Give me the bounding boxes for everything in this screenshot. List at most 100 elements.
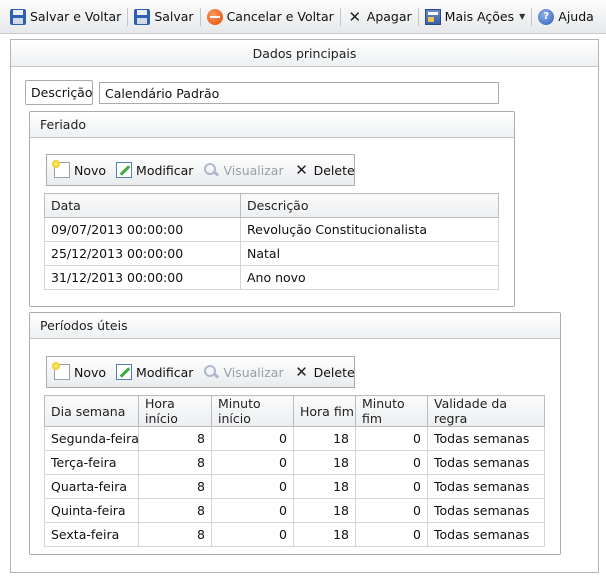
feriado-view-button[interactable]: Visualizar [200,158,286,182]
view-label: Visualizar [223,364,284,380]
close-x-icon: ✕ [295,161,308,179]
more-actions-dropdown[interactable]: Mais Ações ▼ [421,5,530,29]
delete-label: Apagar [366,9,412,24]
delete-label: Delete [313,364,355,380]
weekday-cell: Quarta-feira [44,474,139,499]
toolbar-divider [339,7,341,26]
feriado-delete-button[interactable]: ✕ Delete [291,158,358,182]
column-header[interactable]: Validade da regra [427,395,545,427]
help-button[interactable]: ? Ajuda [534,5,598,29]
end-minute-cell: 0 [355,426,428,451]
start-hour-cell: 8 [138,522,212,547]
feriado-new-button[interactable]: Novo [51,158,109,182]
table-row[interactable]: Terça-feira 8 0 18 0 Todas semanas [44,450,545,475]
feriado-group: Feriado Novo Modificar Visualizar ✕ Dele… [29,111,515,307]
periodos-delete-button[interactable]: ✕ Delete [291,360,358,384]
end-hour-cell: 18 [293,522,356,547]
periodos-group: Períodos úteis Novo Modificar Visualizar… [29,312,561,555]
save-and-back-label: Salvar e Voltar [30,9,122,24]
start-hour-cell: 8 [138,474,212,499]
table-row[interactable]: Quinta-feira 8 0 18 0 Todas semanas [44,498,545,523]
end-minute-cell: 0 [355,498,428,523]
description-input[interactable] [99,82,499,104]
end-minute-cell: 0 [355,522,428,547]
rule-validity-cell: Todas semanas [427,426,545,451]
periodos-title: Períodos úteis [30,313,560,339]
start-hour-cell: 8 [138,450,212,475]
rule-validity-cell: Todas semanas [427,522,545,547]
save-button[interactable]: Salvar [130,5,197,29]
main-panel: Dados principais Descrição Feriado Novo … [10,39,599,573]
weekday-cell: Segunda-feira [44,426,139,451]
modify-label: Modificar [136,162,194,178]
save-label: Salvar [154,9,194,24]
table-row[interactable]: Segunda-feira 8 0 18 0 Todas semanas [44,426,545,451]
floppy-disk-icon [134,8,151,25]
end-minute-cell: 0 [355,474,428,499]
rule-validity-cell: Todas semanas [427,474,545,499]
column-header[interactable]: Minuto fim [355,395,428,427]
feriado-modify-button[interactable]: Modificar [113,158,196,182]
toolbar-divider [531,7,533,26]
column-header[interactable]: Dia semana [44,395,139,427]
weekday-cell: Sexta-feira [44,522,139,547]
weekday-cell: Terça-feira [44,450,139,475]
periodos-view-button[interactable]: Visualizar [200,360,286,384]
description-cell: Natal [240,241,499,266]
modify-label: Modificar [136,364,194,380]
new-document-icon [52,362,70,380]
date-cell: 09/07/2013 00:00:00 [44,217,241,242]
column-header[interactable]: Hora fim [293,395,356,427]
feriado-table: Data Descrição 09/07/2013 00:00:00 Revol… [44,193,499,290]
feriado-title: Feriado [30,112,514,138]
toolbar-divider [417,7,419,26]
start-hour-cell: 8 [138,498,212,523]
toolbar-divider [127,7,129,26]
date-cell: 31/12/2013 00:00:00 [44,265,241,290]
edit-icon [116,364,133,380]
end-hour-cell: 18 [293,450,356,475]
table-row[interactable]: 31/12/2013 00:00:00 Ano novo [44,265,499,290]
save-and-back-button[interactable]: Salvar e Voltar [6,5,125,29]
table-row[interactable]: Sexta-feira 8 0 18 0 Todas semanas [44,522,545,547]
caret-down-icon: ▼ [519,12,526,21]
close-x-icon: ✕ [295,363,308,381]
column-header[interactable]: Hora início [138,395,212,427]
start-hour-cell: 8 [138,426,212,451]
new-label: Novo [74,364,107,380]
table-row[interactable]: 09/07/2013 00:00:00 Revolução Constituci… [44,217,499,242]
column-header[interactable]: Data [44,193,241,218]
periodos-new-button[interactable]: Novo [51,360,109,384]
toolbar-divider [199,7,201,26]
table-header-row: Data Descrição [44,193,499,218]
periodos-modify-button[interactable]: Modificar [113,360,196,384]
description-cell: Ano novo [240,265,499,290]
periodos-table: Dia semana Hora início Minuto início Hor… [44,395,545,547]
cancel-icon [206,8,223,25]
start-minute-cell: 0 [211,450,294,475]
end-minute-cell: 0 [355,450,428,475]
end-hour-cell: 18 [293,498,356,523]
help-icon: ? [538,8,555,25]
table-row[interactable]: 25/12/2013 00:00:00 Natal [44,241,499,266]
rule-validity-cell: Todas semanas [427,498,545,523]
rule-validity-cell: Todas semanas [427,450,545,475]
description-label: Descrição [25,80,93,105]
date-cell: 25/12/2013 00:00:00 [44,241,241,266]
weekday-cell: Quinta-feira [44,498,139,523]
magnifier-icon [203,364,219,380]
cancel-and-back-button[interactable]: Cancelar e Voltar [203,5,338,29]
close-x-icon: ✕ [348,7,362,26]
start-minute-cell: 0 [211,426,294,451]
more-actions-label: Mais Ações [444,9,515,24]
view-label: Visualizar [223,162,284,178]
table-row[interactable]: Quarta-feira 8 0 18 0 Todas semanas [44,474,545,499]
periodos-toolbar: Novo Modificar Visualizar ✕ Delete [46,356,355,388]
start-minute-cell: 0 [211,498,294,523]
delete-button[interactable]: ✕ Apagar [343,5,416,29]
new-document-icon [52,160,70,178]
actions-icon [424,8,441,25]
panel-title: Dados principais [11,40,598,67]
column-header[interactable]: Descrição [240,193,499,218]
column-header[interactable]: Minuto início [211,395,294,427]
